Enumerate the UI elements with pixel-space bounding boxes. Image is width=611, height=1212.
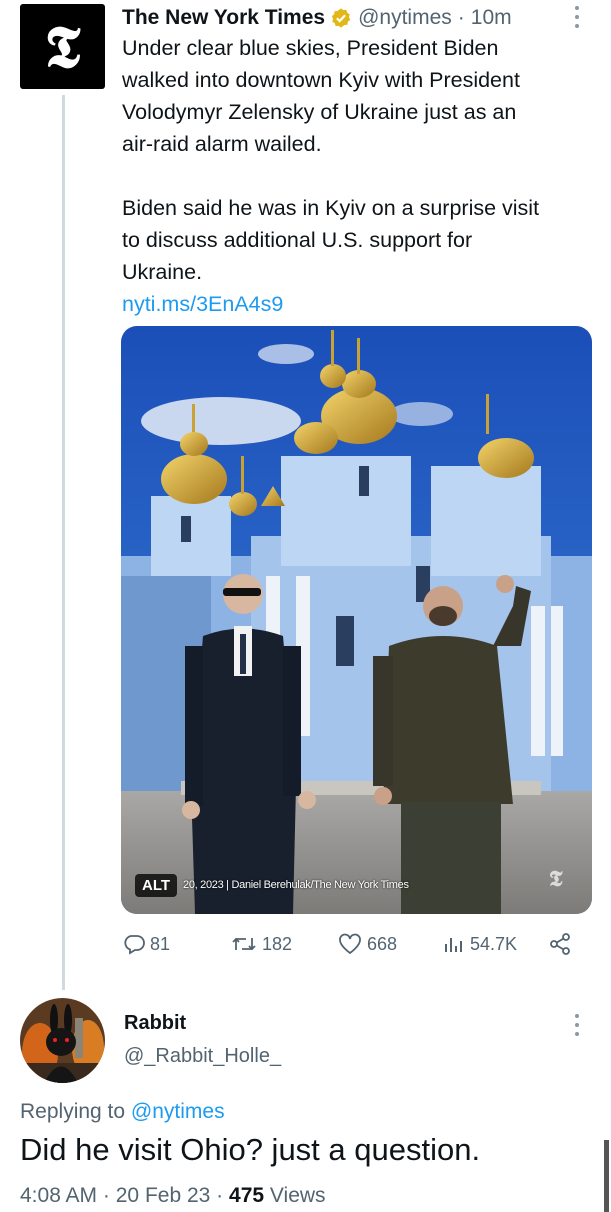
tweet-actions: 81 182 668 54.7K <box>0 930 611 962</box>
views-button[interactable]: 54.7K <box>442 932 517 956</box>
share-icon <box>550 933 570 955</box>
reply-date[interactable]: 20 Feb 23 <box>116 1184 211 1207</box>
thread-connector-line <box>62 95 65 990</box>
alt-text-badge[interactable]: ALT <box>135 874 178 897</box>
reply-text: Did he visit Ohio? just a question. <box>20 1132 481 1167</box>
footer-sep: · <box>216 1184 224 1207</box>
photo-credit: 20, 2023 | Daniel Berehulak/The New York… <box>183 879 409 891</box>
share-button[interactable] <box>548 932 576 956</box>
replying-prefix: Replying to <box>20 1100 126 1123</box>
reply-time[interactable]: 4:08 AM <box>20 1184 97 1207</box>
tweet-time[interactable]: 10m <box>471 6 512 30</box>
reply-more-icon[interactable] <box>570 1012 584 1038</box>
footer-sep: · <box>102 1184 110 1207</box>
tweet-text-line: Under clear blue skies, President Biden <box>122 36 499 60</box>
retweet-count: 182 <box>262 933 293 954</box>
author-name[interactable]: The New York Times <box>122 6 325 30</box>
tweet-text-line: to discuss additional U.S. support for <box>122 228 473 252</box>
like-button[interactable]: 668 <box>337 932 397 956</box>
replying-handle-link[interactable]: @nytimes <box>131 1100 225 1123</box>
replying-to: Replying to @nytimes <box>20 1100 225 1124</box>
reply-footer: 4:08 AM · 20 Feb 23 · 475 Views <box>20 1184 326 1208</box>
reply-views-label: Views <box>269 1184 326 1207</box>
reply-button[interactable]: 81 <box>122 932 170 956</box>
tweet-text-line: Biden said he was in Kyiv on a surprise … <box>122 196 540 220</box>
tweet-text-line: Ukraine. <box>122 260 203 284</box>
author-handle[interactable]: @nytimes <box>358 6 452 30</box>
verified-badge-icon[interactable] <box>330 7 352 29</box>
tweet-text-line: walked into downtown Kyiv with President <box>122 68 520 92</box>
views-icon <box>445 938 462 952</box>
reply-icon <box>124 935 145 955</box>
tweet-link[interactable]: nyti.ms/3EnA4s9 <box>122 288 283 320</box>
tweet-text-line: Volodymyr Zelensky of Ukraine just as an <box>122 100 517 124</box>
tweet-photo[interactable]: ALT 20, 2023 | Daniel Berehulak/The New … <box>121 326 592 914</box>
nyt-logo-glyph: 𝕿 <box>44 12 81 81</box>
nytimes-avatar[interactable]: 𝕿 <box>20 4 105 89</box>
like-count: 668 <box>367 933 398 954</box>
meta-separator: · <box>457 6 465 29</box>
reply-views-count: 475 <box>229 1184 265 1207</box>
photo-illustration <box>121 326 592 914</box>
reply-author-handle[interactable]: @_Rabbit_Holle_ <box>124 1045 281 1068</box>
scrollbar[interactable] <box>604 1140 609 1212</box>
tweet-header: The New York Times @nytimes · 10m <box>122 4 512 32</box>
like-icon <box>339 933 361 955</box>
reply-author-name[interactable]: Rabbit <box>124 1012 186 1035</box>
rabbit-avatar[interactable] <box>20 998 105 1083</box>
retweet-icon <box>232 937 256 951</box>
tweet-text-line: air-raid alarm wailed. <box>122 132 322 156</box>
retweet-button[interactable]: 182 <box>230 932 292 956</box>
more-icon[interactable] <box>570 4 584 30</box>
views-count: 54.7K <box>470 933 518 954</box>
reply-count: 81 <box>150 933 171 954</box>
nyt-watermark: 𝕿 <box>549 866 563 892</box>
